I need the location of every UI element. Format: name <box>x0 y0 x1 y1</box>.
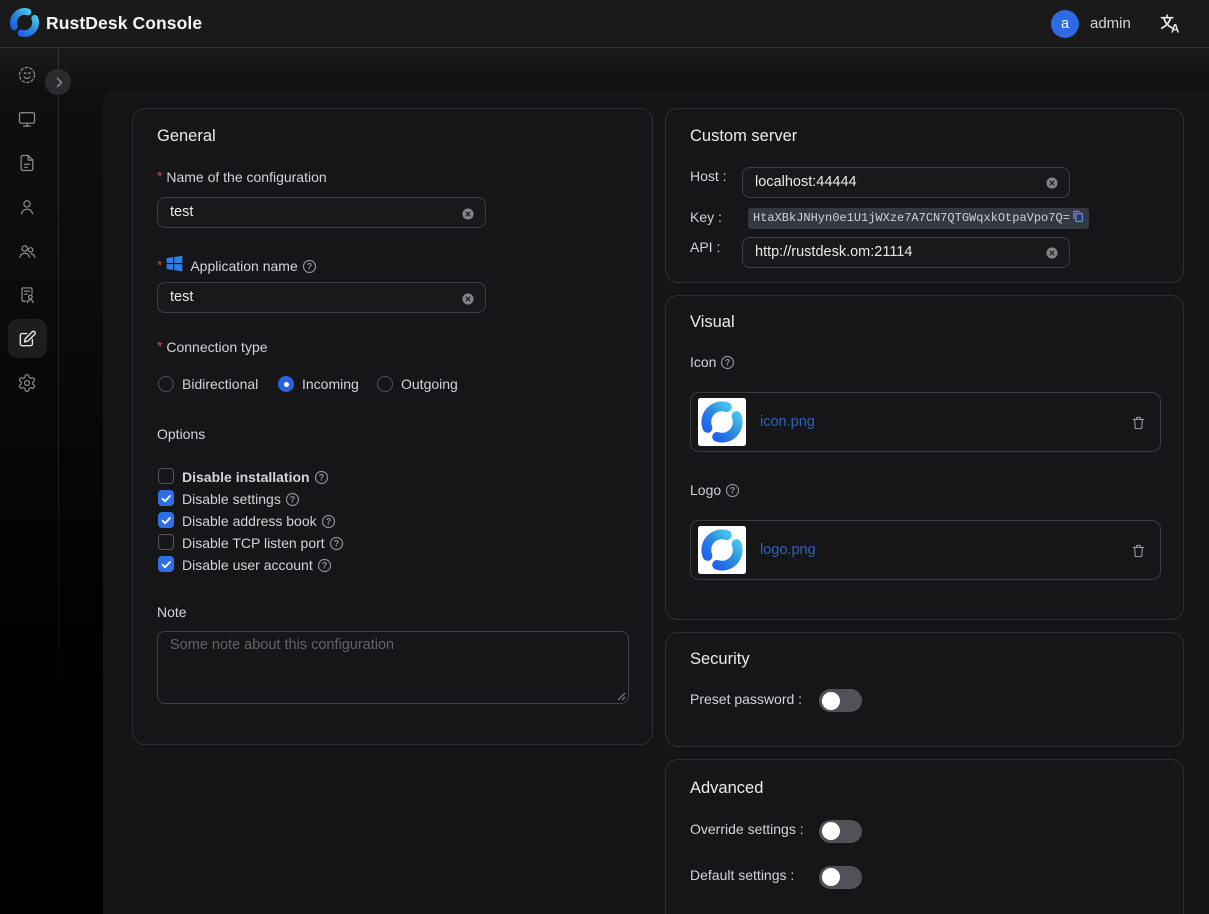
svg-text:?: ? <box>318 472 324 482</box>
svg-text:A: A <box>1171 24 1179 36</box>
svg-text:?: ? <box>307 261 313 271</box>
svg-text:?: ? <box>322 560 328 570</box>
svg-text:?: ? <box>325 516 331 526</box>
svg-text:?: ? <box>333 538 339 548</box>
svg-text:?: ? <box>290 494 296 504</box>
svg-text:?: ? <box>730 485 736 495</box>
svg-text:?: ? <box>725 357 731 367</box>
